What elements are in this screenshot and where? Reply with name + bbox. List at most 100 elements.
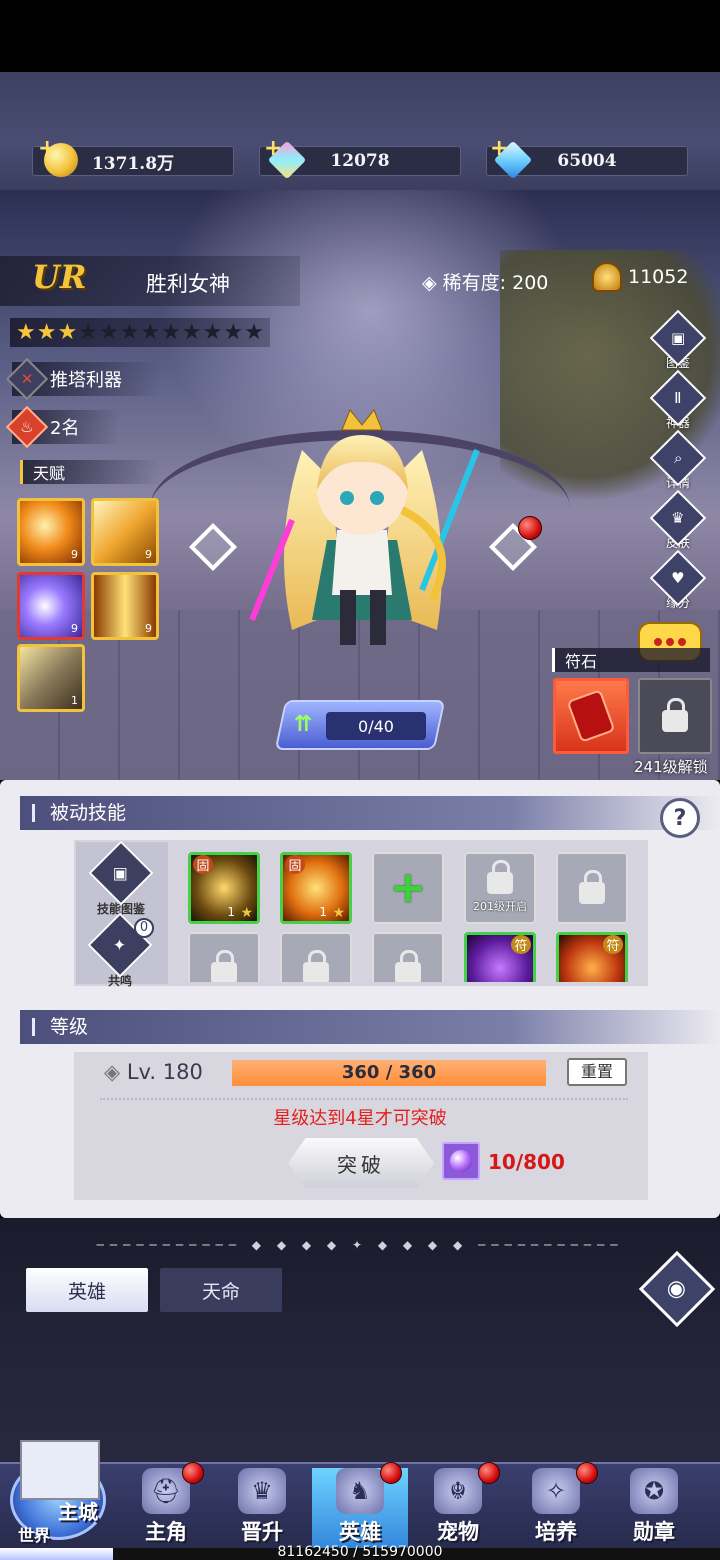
nav-item-promotion[interactable]: ♛ 晋升 bbox=[214, 1468, 310, 1556]
level-exp-bar: 360 / 360 bbox=[232, 1060, 546, 1086]
rune-unlock-text: 241级解锁 bbox=[634, 758, 708, 776]
rune-slot-locked[interactable] bbox=[638, 678, 712, 754]
talent-slot-3[interactable]: 9 bbox=[17, 572, 85, 640]
lock-icon bbox=[211, 950, 237, 982]
locked-skill-slot[interactable] bbox=[556, 852, 628, 924]
reset-button[interactable]: 重置 bbox=[567, 1058, 627, 1086]
divider bbox=[100, 1098, 628, 1100]
orb-count: 10/800 bbox=[488, 1150, 565, 1174]
skill-level: 1 bbox=[227, 905, 235, 919]
nav-label: 宠物 bbox=[437, 1520, 479, 1544]
add-gold-button[interactable]: + bbox=[38, 138, 56, 160]
star-empty-icon: ★ bbox=[181, 320, 202, 345]
status-bar-area bbox=[0, 0, 720, 72]
book-icon: ▣ bbox=[649, 309, 707, 367]
crossed-swords-icon: ✕ bbox=[5, 357, 49, 401]
resonance-badge: 0 bbox=[134, 918, 154, 938]
notification-dot bbox=[576, 1462, 598, 1484]
rune-tag: 符 bbox=[603, 935, 623, 954]
add-skill-slot[interactable]: + bbox=[372, 852, 444, 924]
talent-level: 9 bbox=[145, 548, 152, 561]
star-empty-icon: ★ bbox=[244, 320, 264, 345]
hero-grade-badge: UR bbox=[32, 258, 87, 296]
rarity-value: 200 bbox=[512, 272, 549, 294]
nav-item-medal[interactable]: ✪ 勋章 bbox=[606, 1468, 702, 1556]
beast-icon: ☬ bbox=[434, 1468, 482, 1514]
star-empty-icon: ★ bbox=[98, 320, 119, 345]
talent-level: 9 bbox=[71, 548, 78, 561]
talent-label: 天赋 bbox=[20, 460, 160, 484]
purple-orb-icon bbox=[442, 1142, 480, 1180]
star-empty-icon: ★ bbox=[119, 320, 140, 345]
nav-label: 晋升 bbox=[241, 1520, 283, 1544]
breakthrough-warning: 星级达到4星才可突破 bbox=[273, 1108, 447, 1129]
star-icon: ★ bbox=[240, 905, 253, 921]
passive-skill-header: 被动技能 bbox=[20, 796, 720, 830]
talent-slot-5[interactable]: 1 bbox=[17, 644, 85, 712]
artifact-icon: Ⅱ bbox=[649, 369, 707, 427]
castle-icon[interactable] bbox=[20, 1440, 100, 1500]
star-filled-icon: ★ bbox=[57, 320, 78, 345]
level-display: ◈ Lv. 180 bbox=[104, 1060, 203, 1084]
rarity-diamond-icon: ◈ bbox=[422, 272, 437, 294]
level-header: 等级 bbox=[20, 1010, 720, 1044]
level-value: 180 bbox=[162, 1060, 203, 1084]
codex-button[interactable]: ▣ 图鉴 bbox=[649, 309, 707, 374]
skill-level: 1 bbox=[319, 905, 327, 919]
locked-skill-slot[interactable] bbox=[280, 932, 352, 982]
rank-tag-label: 2名 bbox=[50, 418, 80, 439]
passive-skill-slot-1[interactable]: 固 1 ★ bbox=[188, 852, 260, 924]
rune-slot-equipped[interactable] bbox=[553, 678, 629, 754]
rune-skill-slot-2[interactable]: 符 bbox=[556, 932, 628, 982]
flame-icon: ♨ bbox=[5, 405, 49, 449]
add-pink-gem-button[interactable]: + bbox=[264, 138, 282, 160]
hero-name: 胜利女神 bbox=[146, 272, 230, 296]
rune-tag: 符 bbox=[511, 935, 531, 954]
talent-slot-4[interactable]: 9 bbox=[91, 572, 159, 640]
main-city-label[interactable]: 主城 bbox=[58, 1496, 98, 1525]
next-hero-notification-dot bbox=[518, 516, 542, 540]
details-button[interactable]: ⌕ 详情 bbox=[649, 429, 707, 494]
add-blue-gem-button[interactable]: + bbox=[490, 138, 508, 160]
knight-icon: ♞ bbox=[336, 1468, 384, 1514]
nav-label: 勋章 bbox=[633, 1520, 675, 1544]
tab-fate[interactable]: 天命 bbox=[160, 1268, 282, 1312]
talent-slot-1[interactable]: 9 bbox=[17, 498, 85, 566]
fixed-tag: 固 bbox=[193, 855, 213, 874]
skin-button[interactable]: ♛ 皮肤 bbox=[649, 489, 707, 554]
crown-icon: ♛ bbox=[238, 1468, 286, 1514]
skill-codex-button[interactable]: ▣ 技能图鉴 bbox=[88, 840, 154, 917]
passive-skill-slot-2[interactable]: 固 1 ★ bbox=[280, 852, 352, 924]
tab-hero[interactable]: 英雄 bbox=[26, 1268, 148, 1312]
compass-icon: ✧ bbox=[532, 1468, 580, 1514]
star-empty-icon: ★ bbox=[223, 320, 244, 345]
hero-role-tag: ✕ 推塔利器 bbox=[5, 357, 162, 401]
world-label[interactable]: 世界 bbox=[18, 1522, 50, 1546]
level-up-arrow-icon[interactable]: ⇈ bbox=[294, 712, 322, 740]
breakthrough-button[interactable]: 突破 bbox=[288, 1138, 434, 1188]
unlock-level-text: 201级开启 bbox=[473, 900, 527, 913]
magnifier-icon: ⌕ bbox=[649, 429, 707, 487]
hero-star-rating: ★ ★ ★ ★ ★ ★ ★ ★ ★ ★ ★ ★ bbox=[10, 318, 270, 347]
lock-icon bbox=[662, 698, 688, 732]
hero-character-figure[interactable] bbox=[232, 390, 492, 660]
hero-exp-text: 0/40 bbox=[326, 712, 426, 740]
locked-skill-slot[interactable] bbox=[372, 932, 444, 982]
help-button[interactable]: ? bbox=[660, 798, 700, 838]
rune-skill-slot-1[interactable]: 符 bbox=[464, 932, 536, 982]
notification-dot bbox=[380, 1462, 402, 1484]
talent-slot-2[interactable]: 9 bbox=[91, 498, 159, 566]
locked-skill-slot[interactable] bbox=[188, 932, 260, 982]
bond-button[interactable]: ♥ 缘分 bbox=[649, 549, 707, 614]
star-empty-icon: ★ bbox=[202, 320, 223, 345]
fixed-tag: 固 bbox=[285, 855, 305, 874]
skill-book-icon: ▣ bbox=[88, 840, 154, 906]
lock-icon bbox=[487, 860, 513, 894]
plus-icon: + bbox=[389, 862, 427, 913]
artifact-button[interactable]: Ⅱ 神器 bbox=[649, 369, 707, 434]
star-icon: ★ bbox=[332, 905, 345, 921]
hero-rank-tag: ♨ 2名 bbox=[5, 405, 120, 449]
crown-icon bbox=[592, 262, 622, 292]
lock-icon bbox=[303, 950, 329, 982]
locked-skill-slot-201[interactable]: 201级开启 bbox=[464, 852, 536, 924]
